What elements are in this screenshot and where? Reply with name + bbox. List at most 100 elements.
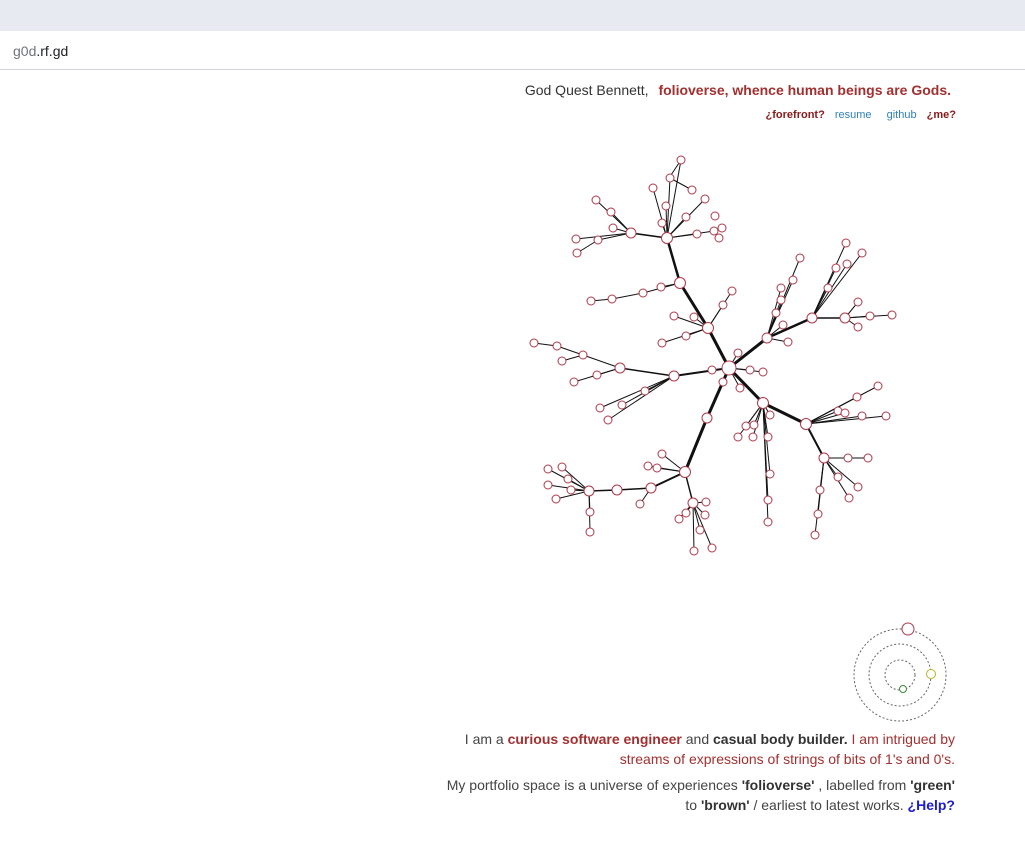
graph-node: [852, 392, 862, 402]
graph-node: [813, 509, 823, 519]
address-bar[interactable]: g0d.rf.gd: [0, 31, 1025, 70]
orbit-widget[interactable]: [850, 620, 950, 725]
graph-node: [783, 337, 793, 347]
graph-node: [569, 377, 579, 387]
graph-node: [840, 408, 850, 418]
orbit-planet-green: [899, 685, 907, 693]
graph-node: [748, 432, 758, 442]
graph-node: [765, 469, 775, 479]
graph-node: [733, 348, 743, 358]
orbit-ring-inner: [884, 659, 916, 691]
graph-edge: [619, 367, 675, 377]
help-link[interactable]: ¿Help?: [908, 797, 955, 813]
graph-edge: [665, 237, 682, 284]
graph-node: [681, 212, 691, 222]
brown-term: 'brown': [700, 797, 750, 813]
nav-resume-link[interactable]: resume: [835, 109, 872, 121]
graph-node: [745, 365, 755, 375]
graph-node: [806, 312, 818, 324]
graph-node: [718, 300, 728, 310]
graph-node: [674, 277, 686, 289]
graph-node: [778, 320, 788, 330]
graph-node: [638, 288, 648, 298]
graph-node: [700, 194, 710, 204]
graph-node: [645, 482, 657, 494]
graph-node: [863, 453, 873, 463]
graph-node: [853, 322, 863, 332]
graph-node: [873, 381, 883, 391]
url-subdomain: g0d: [13, 43, 37, 59]
url-text[interactable]: g0d.rf.gd: [13, 43, 68, 59]
graph-node: [656, 282, 666, 292]
graph-node: [652, 463, 662, 473]
graph-node: [776, 295, 786, 305]
graph-node: [763, 495, 773, 505]
graph-node: [749, 420, 759, 430]
nav-forefront-link[interactable]: ¿forefront?: [766, 109, 825, 121]
graph-node: [606, 207, 616, 217]
graph-node: [571, 234, 581, 244]
graph-node: [543, 464, 553, 474]
bio-paragraph-1: I am a curious software engineer and cas…: [435, 729, 955, 769]
graph-node: [717, 223, 727, 233]
site-tagline: folioverse, whence human beings are Gods…: [658, 82, 951, 98]
graph-node: [611, 484, 623, 496]
graph-node: [857, 411, 867, 421]
bio-role: curious software engineer: [507, 731, 682, 747]
graph-node: [668, 370, 680, 382]
graph-node: [881, 411, 891, 421]
graph-node: [572, 248, 582, 258]
graph-node: [763, 517, 773, 527]
graph-node: [701, 412, 713, 424]
bio-text: I am intrigued by: [851, 731, 956, 747]
graph-node: [776, 283, 786, 293]
graph-edge: [707, 290, 733, 329]
graph-node: [578, 350, 588, 360]
folioverse-graph[interactable]: [520, 148, 910, 568]
graph-node: [648, 183, 658, 193]
graph-node: [687, 185, 697, 195]
graph-node: [563, 474, 573, 484]
graph-node: [657, 218, 667, 228]
graph-node: [833, 472, 843, 482]
graph-edge: [814, 457, 825, 536]
graph-node: [665, 173, 675, 183]
graph-node: [592, 370, 602, 380]
graph-node: [810, 530, 820, 540]
bio-text: My portfolio space is a universe of expe…: [446, 777, 738, 793]
graph-edge: [692, 502, 713, 549]
nav-github-link[interactable]: github: [887, 109, 917, 121]
graph-node: [689, 546, 699, 556]
orbit-planet-yellow: [926, 669, 936, 679]
graph-node: [757, 397, 769, 409]
graph-node: [815, 485, 825, 495]
graph-edge: [823, 457, 859, 488]
graph-node: [733, 432, 743, 442]
graph-node: [557, 462, 567, 472]
graph-node: [707, 543, 717, 553]
graph-node: [702, 322, 714, 334]
graph-node: [707, 365, 717, 375]
graph-node: [661, 201, 671, 211]
graph-node: [643, 461, 653, 471]
graph-node: [844, 493, 854, 503]
graph-node: [681, 331, 691, 341]
graph-edge: [582, 354, 621, 369]
graph-node: [761, 332, 773, 344]
bio-text: I am a: [464, 731, 504, 747]
graph-node: [617, 400, 627, 410]
graph-node: [583, 485, 595, 497]
graph-node: [795, 253, 805, 263]
nav-me-link[interactable]: ¿me?: [927, 109, 956, 121]
graph-node: [818, 452, 830, 464]
graph-node: [771, 308, 781, 318]
graph-node: [758, 367, 768, 377]
graph-node: [603, 415, 613, 425]
graph-node: [853, 482, 863, 492]
author-name: God Quest Bennett,: [524, 82, 649, 98]
graph-node: [843, 453, 853, 463]
graph-node: [695, 525, 705, 535]
graph-node: [585, 507, 595, 517]
graph-node: [543, 480, 553, 490]
graph-edge: [666, 230, 715, 239]
